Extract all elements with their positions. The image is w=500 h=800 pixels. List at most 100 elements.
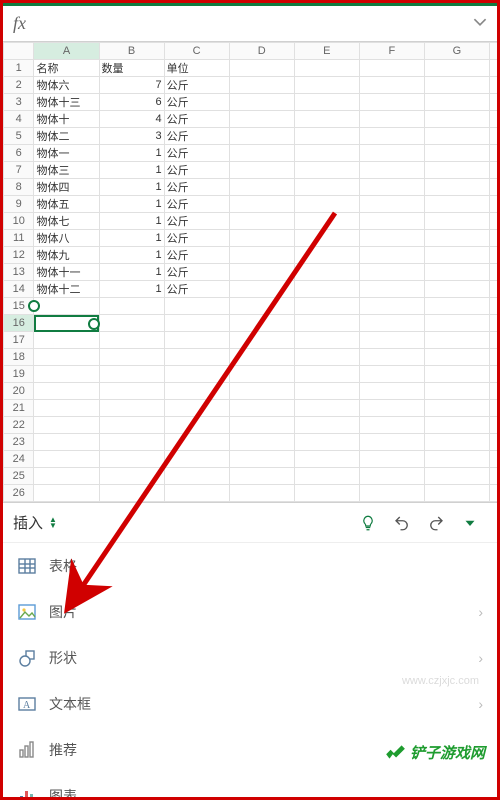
- cell-D24[interactable]: [229, 451, 294, 468]
- cell-F5[interactable]: [359, 128, 424, 145]
- cell-C2[interactable]: 公斤: [164, 77, 229, 94]
- cell-H12[interactable]: [489, 247, 497, 264]
- cell-D25[interactable]: [229, 468, 294, 485]
- cell-E17[interactable]: [294, 332, 359, 349]
- cell-E14[interactable]: [294, 281, 359, 298]
- menu-item-table[interactable]: 表格: [3, 543, 497, 589]
- cell-C1[interactable]: 单位: [164, 60, 229, 77]
- row-header-18[interactable]: 18: [4, 349, 34, 366]
- more-icon[interactable]: [453, 506, 487, 540]
- cell-D15[interactable]: [229, 298, 294, 315]
- cell-H21[interactable]: [489, 400, 497, 417]
- chevron-down-icon[interactable]: [473, 15, 487, 32]
- cell-E21[interactable]: [294, 400, 359, 417]
- cell-B22[interactable]: [99, 417, 164, 434]
- cell-A26[interactable]: [34, 485, 99, 502]
- cell-B15[interactable]: [99, 298, 164, 315]
- cell-E1[interactable]: [294, 60, 359, 77]
- cell-A12[interactable]: 物体九: [34, 247, 99, 264]
- cell-H13[interactable]: [489, 264, 497, 281]
- menu-item-textbox[interactable]: A 文本框 ›: [3, 681, 497, 727]
- cell-E10[interactable]: [294, 213, 359, 230]
- cell-H6[interactable]: [489, 145, 497, 162]
- cell-D4[interactable]: [229, 111, 294, 128]
- cell-B5[interactable]: 3: [99, 128, 164, 145]
- cell-C20[interactable]: [164, 383, 229, 400]
- cell-B1[interactable]: 数量: [99, 60, 164, 77]
- cell-B20[interactable]: [99, 383, 164, 400]
- row-header-19[interactable]: 19: [4, 366, 34, 383]
- row-header-6[interactable]: 6: [4, 145, 34, 162]
- cell-C25[interactable]: [164, 468, 229, 485]
- cell-G22[interactable]: [424, 417, 489, 434]
- cell-C16[interactable]: [164, 315, 229, 332]
- cell-H11[interactable]: [489, 230, 497, 247]
- cell-C3[interactable]: 公斤: [164, 94, 229, 111]
- column-header-G[interactable]: G: [424, 43, 489, 60]
- cell-C10[interactable]: 公斤: [164, 213, 229, 230]
- cell-E8[interactable]: [294, 179, 359, 196]
- row-header-21[interactable]: 21: [4, 400, 34, 417]
- row-header-13[interactable]: 13: [4, 264, 34, 281]
- cell-G14[interactable]: [424, 281, 489, 298]
- cell-C13[interactable]: 公斤: [164, 264, 229, 281]
- cell-H22[interactable]: [489, 417, 497, 434]
- cell-H15[interactable]: [489, 298, 497, 315]
- cell-E25[interactable]: [294, 468, 359, 485]
- cell-E4[interactable]: [294, 111, 359, 128]
- row-header-7[interactable]: 7: [4, 162, 34, 179]
- cell-A9[interactable]: 物体五: [34, 196, 99, 213]
- cell-G1[interactable]: [424, 60, 489, 77]
- row-header-2[interactable]: 2: [4, 77, 34, 94]
- cell-B12[interactable]: 1: [99, 247, 164, 264]
- cell-F17[interactable]: [359, 332, 424, 349]
- cell-B10[interactable]: 1: [99, 213, 164, 230]
- spreadsheet-grid[interactable]: ABCDEFGH1名称数量单位2物体六7公斤3物体十三6公斤4物体十4公斤5物体…: [3, 42, 497, 502]
- cell-B13[interactable]: 1: [99, 264, 164, 281]
- cell-A10[interactable]: 物体七: [34, 213, 99, 230]
- cell-H18[interactable]: [489, 349, 497, 366]
- cell-F18[interactable]: [359, 349, 424, 366]
- cell-C24[interactable]: [164, 451, 229, 468]
- menu-item-picture[interactable]: 图片 ›: [3, 589, 497, 635]
- row-header-5[interactable]: 5: [4, 128, 34, 145]
- cell-G15[interactable]: [424, 298, 489, 315]
- cell-F9[interactable]: [359, 196, 424, 213]
- cell-C23[interactable]: [164, 434, 229, 451]
- cell-E5[interactable]: [294, 128, 359, 145]
- cell-D10[interactable]: [229, 213, 294, 230]
- cell-C15[interactable]: [164, 298, 229, 315]
- cell-A1[interactable]: 名称: [34, 60, 99, 77]
- row-header-12[interactable]: 12: [4, 247, 34, 264]
- cell-F16[interactable]: [359, 315, 424, 332]
- cell-E23[interactable]: [294, 434, 359, 451]
- cell-D1[interactable]: [229, 60, 294, 77]
- row-header-11[interactable]: 11: [4, 230, 34, 247]
- row-header-20[interactable]: 20: [4, 383, 34, 400]
- cell-D23[interactable]: [229, 434, 294, 451]
- cell-F15[interactable]: [359, 298, 424, 315]
- row-header-23[interactable]: 23: [4, 434, 34, 451]
- cell-A24[interactable]: [34, 451, 99, 468]
- selection-handle-tl[interactable]: [28, 300, 40, 312]
- cell-F13[interactable]: [359, 264, 424, 281]
- cell-C8[interactable]: 公斤: [164, 179, 229, 196]
- cell-C22[interactable]: [164, 417, 229, 434]
- cell-F1[interactable]: [359, 60, 424, 77]
- cell-F4[interactable]: [359, 111, 424, 128]
- cell-A25[interactable]: [34, 468, 99, 485]
- cell-E19[interactable]: [294, 366, 359, 383]
- cell-F23[interactable]: [359, 434, 424, 451]
- cell-E9[interactable]: [294, 196, 359, 213]
- cell-H4[interactable]: [489, 111, 497, 128]
- cell-H25[interactable]: [489, 468, 497, 485]
- column-header-A[interactable]: A: [34, 43, 99, 60]
- cell-H20[interactable]: [489, 383, 497, 400]
- row-header-16[interactable]: 16: [4, 315, 34, 332]
- cell-C18[interactable]: [164, 349, 229, 366]
- cell-G18[interactable]: [424, 349, 489, 366]
- cell-E11[interactable]: [294, 230, 359, 247]
- cell-G17[interactable]: [424, 332, 489, 349]
- cell-H26[interactable]: [489, 485, 497, 502]
- menu-item-recommend[interactable]: 推荐 ›: [3, 727, 497, 773]
